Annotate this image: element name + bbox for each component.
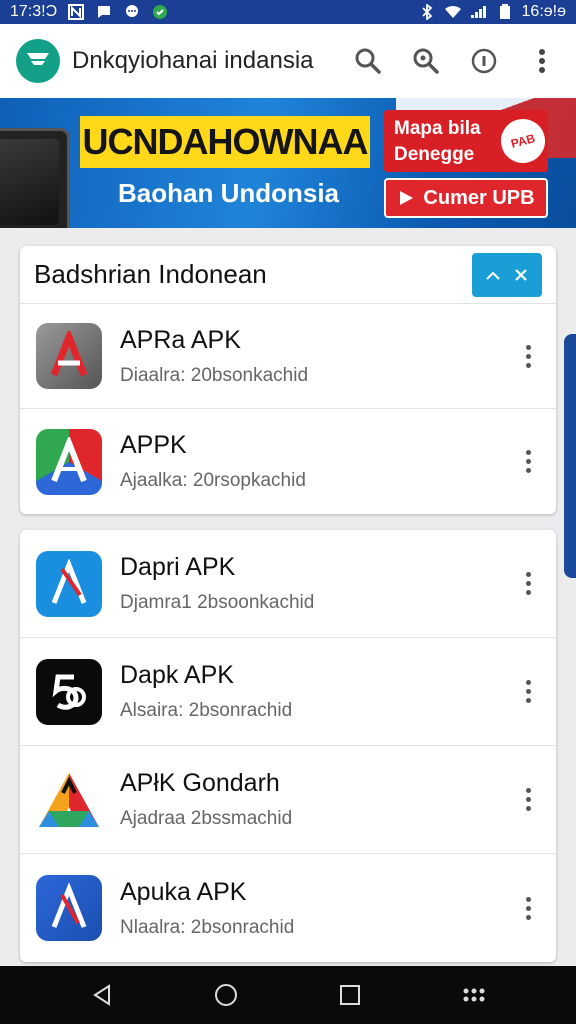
notification-n-icon [67,4,85,20]
app-name: Dapk APK [120,661,234,689]
list-item[interactable]: Dapk APK Alsaira: 2bsonrachid [20,638,556,746]
app-bar: Dnkqyiohanai indansia [0,24,576,98]
side-drawer-handle[interactable] [564,334,576,578]
info-icon[interactable] [466,43,502,79]
app-name: Dapri APK [120,553,236,581]
wifi-icon [444,4,462,20]
list-item[interactable]: Dapri APK Djamra1 2bsoonkachid [20,530,556,638]
section-title: Badshrian Indonean [34,259,267,289]
list-item[interactable]: APPK Ajaalka: 20rsopkachid [20,409,556,514]
apps-grid-icon[interactable] [454,975,494,1015]
play-icon [400,191,414,205]
more-vert-icon[interactable] [516,780,540,820]
app-meta: Ajaalka: 20rsopkachid [120,470,306,491]
status-left: 17:3!Ɔ [10,3,169,21]
banner-cta-label: Cumer UPB [423,186,535,209]
list-item[interactable]: Apuka APK Nlaalra: 2bsonrachid [20,854,556,962]
battery-icon [496,4,514,20]
app-name: APRa APK [120,325,241,354]
app-meta: Djamra1 2bsoonkachid [120,592,315,613]
more-vert-icon[interactable] [516,336,540,376]
app-meta: Nlaalra: 2bsonrachid [120,916,295,938]
status-right: 16:ɘ!ɘ [418,3,566,21]
apk-drive-icon [36,766,102,833]
section-header: Badshrian Indonean [20,246,556,304]
apk-blue-red-icon [36,875,102,941]
close-icon [515,268,527,281]
search-alt-icon[interactable] [408,43,444,79]
app-name: APłK Gondarh [120,769,280,797]
apk-tricolor-icon [36,428,102,495]
app-logo-icon[interactable] [16,39,60,83]
message-icon [95,4,113,20]
app-meta: Diaalra: 20bsonkachid [120,364,309,386]
status-time: 17:3!Ɔ [10,3,58,20]
expand-icon [486,271,500,280]
banner-headline: UCNDAHOWNAA [80,116,370,168]
phone-illustration [0,128,70,228]
apk-blue-icon [36,550,102,617]
more-vert-icon[interactable] [516,888,540,928]
recents-icon[interactable] [330,975,370,1015]
search-icon[interactable] [350,43,386,79]
apk-black-icon [36,658,102,725]
more-vert-icon[interactable] [516,672,540,712]
app-title: Dnkqyiohanai indansia [72,47,314,74]
home-icon[interactable] [206,975,246,1015]
status-bar: 17:3!Ɔ 16:ɘ!ɘ [0,0,576,24]
signal-icon [470,4,488,20]
more-vert-icon[interactable] [524,43,560,79]
apk-red-gray-icon [36,323,102,389]
banner-subtitle: Baohan Undonsia [118,178,340,208]
banner-cta-button[interactable]: Cumer UPB [384,178,548,218]
app-name: APPK [120,431,187,459]
section-card-2: Dapri APK Djamra1 2bsoonkachid Dapk APK … [20,530,556,962]
back-icon[interactable] [82,975,122,1015]
more-vert-icon[interactable] [516,564,540,604]
app-name: Apuka APK [120,877,247,906]
more-vert-icon[interactable] [516,442,540,482]
section-card-1: Badshrian Indonean APRa APK Diaalra: 20b… [20,246,556,514]
promo-banner[interactable]: UCNDAHOWNAA Baohan Undonsia Mapa bila De… [0,98,576,228]
navigation-bar [0,966,576,1024]
bluetooth-icon [418,4,436,20]
app-meta: Alsaira: 2bsonrachid [120,700,293,721]
list-item[interactable]: APłK Gondarh Ajadraa 2bssmachid [20,746,556,854]
app-actions [350,43,560,79]
app-notification-icon [151,4,169,20]
list-item[interactable]: APRa APK Diaalra: 20bsonkachid [20,304,556,409]
dismiss-button[interactable] [472,252,542,297]
chat-bubble-icon [123,4,141,20]
app-meta: Ajadraa 2bssmachid [120,808,293,829]
status-time-right: 16:ɘ!ɘ [521,3,566,20]
